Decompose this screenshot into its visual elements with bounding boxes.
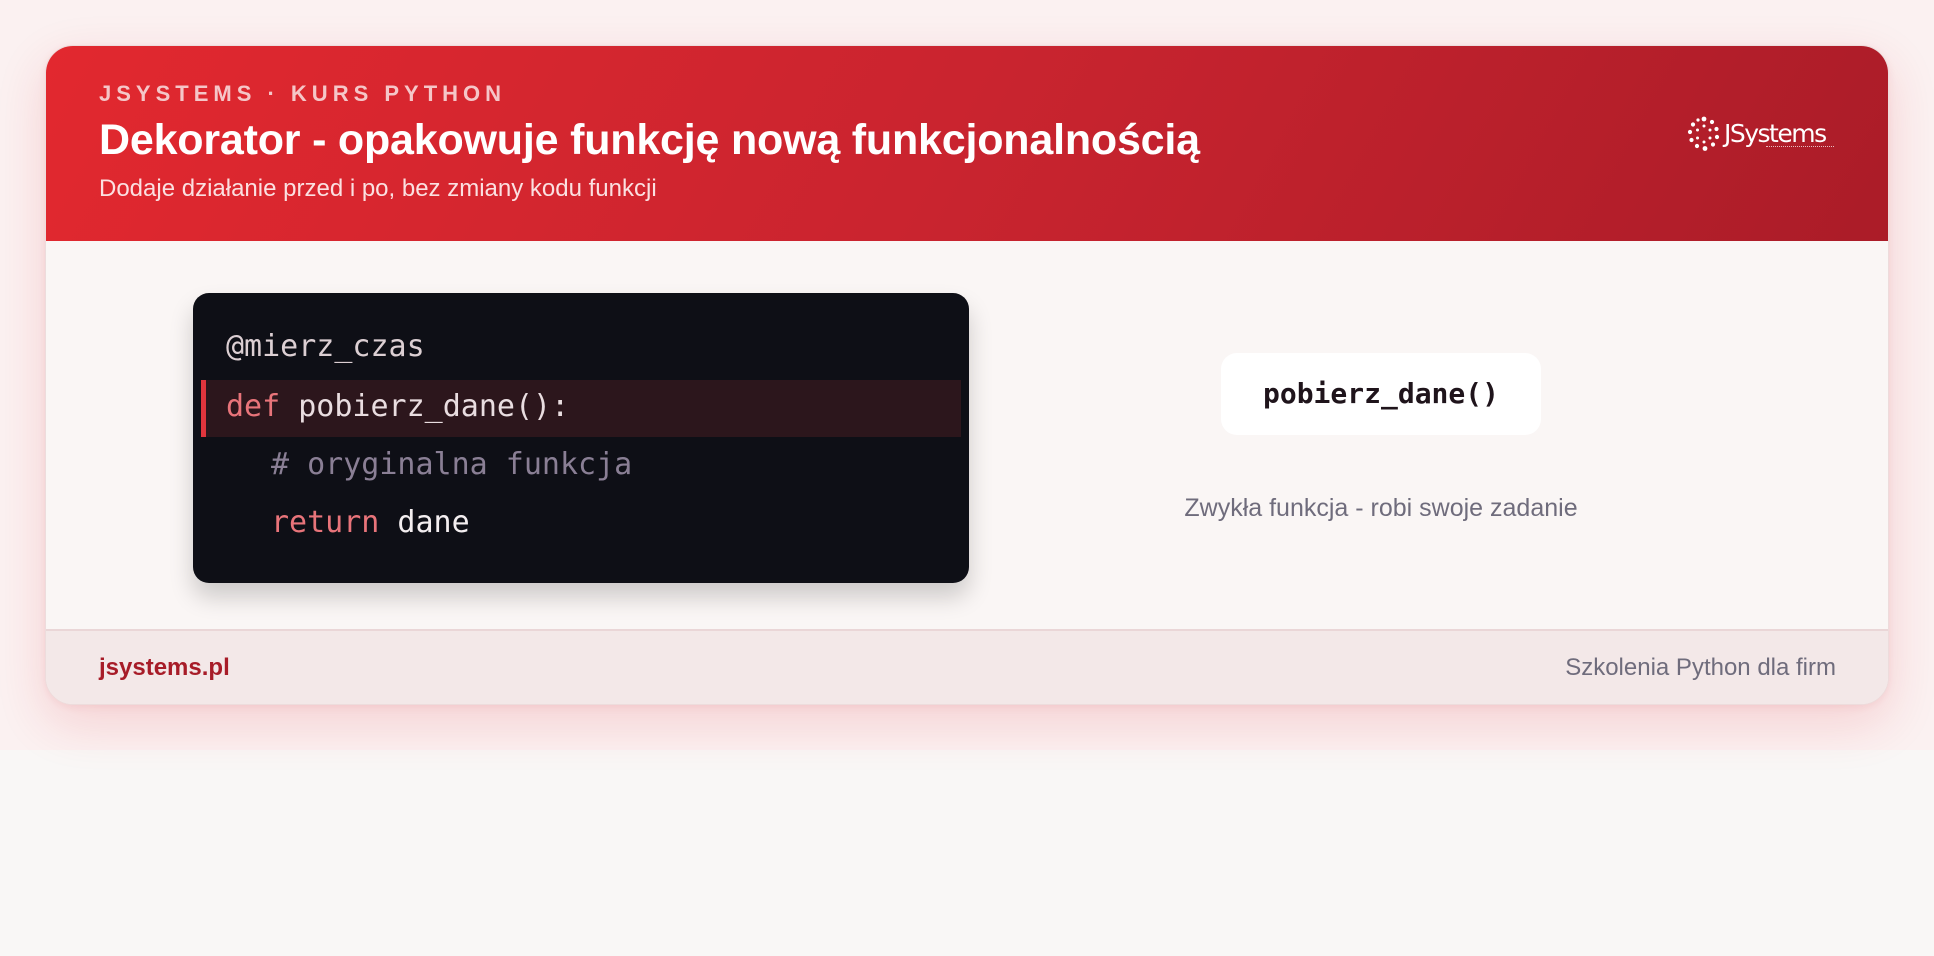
logo-tagline-mark xyxy=(1766,146,1834,149)
logo-wordmark: JSystems xyxy=(1724,119,1827,148)
slide-title: Dekorator - opakowuje funkcję nową funkc… xyxy=(99,116,1200,164)
code-line-def: def pobierz_dane(): xyxy=(193,380,969,434)
slide-header: JSYSTEMS · KURS PYTHON Dekorator - opako… xyxy=(46,46,1888,241)
function-call-label: pobierz_dane() xyxy=(1262,377,1499,410)
slide-subtitle: Dodaje działanie przed i po, bez zmiany … xyxy=(99,175,657,202)
logo-circle-icon xyxy=(1687,116,1720,151)
def-statement: def pobierz_dane(): xyxy=(226,380,569,434)
code-block: @mierz_czas def pobierz_dane(): # orygin… xyxy=(193,293,969,583)
return-statement: return dane xyxy=(271,496,470,550)
jsystems-logo: JSystems xyxy=(1686,115,1836,155)
footer-site-link[interactable]: jsystems.pl xyxy=(99,654,230,682)
return-value: dane xyxy=(379,505,470,540)
comment-text: # oryginalna funkcja xyxy=(271,447,633,482)
function-signature: pobierz_dane(): xyxy=(280,389,570,424)
decorator-text: @mierz_czas xyxy=(226,329,425,364)
slide-footer: jsystems.pl Szkolenia Python dla firm xyxy=(46,629,1888,704)
code-line-return: return dane xyxy=(193,496,969,550)
function-caption: Zwykła funkcja - robi swoje zadanie xyxy=(1184,494,1578,522)
slide-card: JSYSTEMS · KURS PYTHON Dekorator - opako… xyxy=(45,45,1889,705)
code-line-comment: # oryginalna funkcja xyxy=(193,438,969,492)
return-keyword: return xyxy=(271,505,380,540)
footer-tagline: Szkolenia Python dla firm xyxy=(1565,654,1836,681)
code-line-decorator: @mierz_czas xyxy=(193,320,969,374)
course-eyebrow: JSYSTEMS · KURS PYTHON xyxy=(99,81,507,106)
function-call-pill: pobierz_dane() xyxy=(1221,353,1541,435)
def-keyword: def xyxy=(226,389,281,424)
